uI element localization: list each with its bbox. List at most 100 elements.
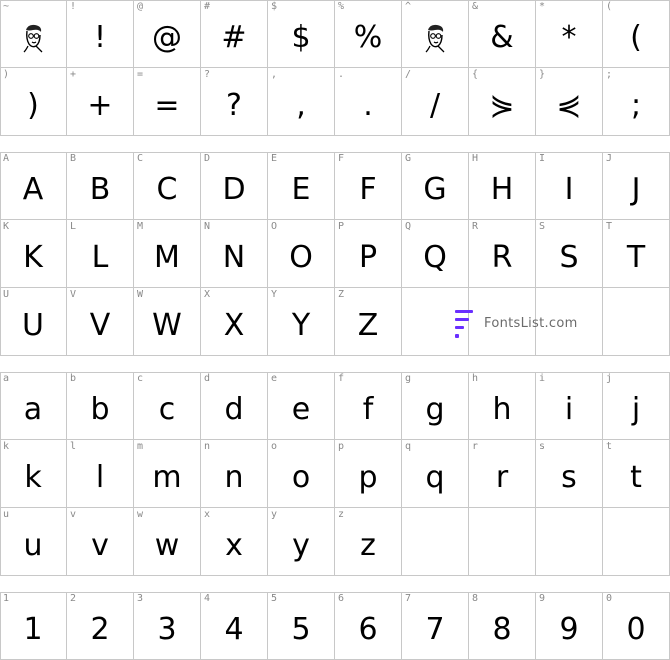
glyph-sample: L — [91, 240, 109, 275]
glyph-sample: ⋞ — [556, 88, 582, 123]
glyph-sample: i — [564, 392, 574, 427]
glyph-sample: u — [23, 528, 43, 563]
glyph-cell: + + — [67, 68, 134, 136]
glyph-cell: II — [536, 152, 603, 220]
glyph-sample: R — [491, 240, 513, 275]
glyph-cell: gg — [402, 372, 469, 440]
glyph-sample: 3 — [157, 612, 177, 647]
glyph-cell: uu — [0, 508, 67, 576]
glyph-sample: d — [224, 392, 244, 427]
glyph-cell: mm — [134, 440, 201, 508]
glyph-sample: K — [23, 240, 43, 275]
glyph-sample: j — [631, 392, 641, 427]
glyph-cell: UU — [0, 288, 67, 356]
glyph-cell: 77 — [402, 592, 469, 660]
glyph-cell: bb — [67, 372, 134, 440]
glyph-cell: JJ — [603, 152, 670, 220]
glyph-cell: } ⋞ — [536, 68, 603, 136]
glyph-sample: q — [425, 460, 445, 495]
glyph-sample: w — [154, 528, 180, 563]
glyph-sample: 5 — [291, 612, 311, 647]
glyph-cell: QQ — [402, 220, 469, 288]
glyph-cell: BB — [67, 152, 134, 220]
glyph-cell: rr — [469, 440, 536, 508]
glyph-sample: C — [156, 172, 178, 207]
glyph-cell: FF — [335, 152, 402, 220]
glyph-sample: 8 — [492, 612, 512, 647]
glyph-cell: hh — [469, 372, 536, 440]
empty-cell — [469, 508, 536, 576]
glyph-cell: ii — [536, 372, 603, 440]
glyph-sample: a — [23, 392, 43, 427]
glyph-sample: , — [296, 88, 306, 123]
glyph-cell: ?? — [201, 68, 268, 136]
glyph-cell: 66 — [335, 592, 402, 660]
glyph-sample: ⋟ — [489, 88, 515, 123]
glyph-cell: .. — [335, 68, 402, 136]
glyph-cell: (( — [603, 0, 670, 68]
glyph-cell: 55 — [268, 592, 335, 660]
glyph-sample: ( — [630, 20, 642, 55]
glyph-cell: OO — [268, 220, 335, 288]
cartoon-face-icon — [0, 10, 66, 65]
glyph-cell: VV — [67, 288, 134, 356]
glyph-sample: % — [353, 20, 383, 55]
glyph-cell: / / — [402, 68, 469, 136]
glyph-sample: U — [22, 308, 44, 343]
glyph-sample: v — [91, 528, 109, 563]
glyph-sample: W — [152, 308, 182, 343]
glyph-sample: + — [87, 88, 113, 123]
glyph-sample: s — [561, 460, 577, 495]
glyph-cell: ;; — [603, 68, 670, 136]
watermark: FontsList.com — [452, 308, 578, 338]
glyph-sample: / — [429, 88, 441, 123]
glyph-cell: WW — [134, 288, 201, 356]
glyph-cell: AA — [0, 152, 67, 220]
glyph-cell: 11 — [0, 592, 67, 660]
glyph-sample: g — [425, 392, 445, 427]
glyph-cell: qq — [402, 440, 469, 508]
glyph-cell: pp — [335, 440, 402, 508]
glyph-cell: ^ — [402, 0, 469, 68]
empty-cell — [603, 508, 670, 576]
glyph-sample: 4 — [224, 612, 244, 647]
glyph-sample: t — [630, 460, 642, 495]
glyph-sample: e — [291, 392, 311, 427]
glyph-sample: 2 — [90, 612, 110, 647]
glyph-sample: B — [89, 172, 111, 207]
glyph-cell: 22 — [67, 592, 134, 660]
glyph-cell: = = — [134, 68, 201, 136]
glyph-sample: Y — [291, 308, 311, 343]
glyph-sample: J — [631, 172, 641, 207]
glyph-sample: P — [358, 240, 378, 275]
glyph-sample: m — [152, 460, 182, 495]
glyph-sample: ) — [27, 88, 39, 123]
glyph-cell: SS — [536, 220, 603, 288]
watermark-text: FontsList.com — [484, 315, 578, 331]
glyph-sample: H — [490, 172, 514, 207]
glyph-sample: y — [292, 528, 310, 563]
glyph-sample: E — [291, 172, 311, 207]
glyph-cell: YY — [268, 288, 335, 356]
glyph-cell: LL — [67, 220, 134, 288]
glyph-sample: . — [363, 88, 373, 123]
glyph-cell: kk — [0, 440, 67, 508]
glyph-sample: p — [358, 460, 378, 495]
glyph-cell: ZZ — [335, 288, 402, 356]
glyph-sample: @ — [152, 20, 182, 55]
glyph-cell: jj — [603, 372, 670, 440]
glyph-cell: ff — [335, 372, 402, 440]
glyph-cell: !! — [67, 0, 134, 68]
empty-cell — [536, 508, 603, 576]
glyph-sample: c — [158, 392, 176, 427]
glyph-sample: & — [490, 20, 514, 55]
glyph-cell: 44 — [201, 592, 268, 660]
glyph-sample: I — [564, 172, 574, 207]
glyph-cell: {⋟ — [469, 68, 536, 136]
glyph-cell: * * — [536, 0, 603, 68]
fontslist-logo-icon — [455, 310, 473, 338]
glyph-sample: l — [95, 460, 105, 495]
glyph-cell: yy — [268, 508, 335, 576]
glyph-cell: %% — [335, 0, 402, 68]
glyph-cell: # # — [201, 0, 268, 68]
